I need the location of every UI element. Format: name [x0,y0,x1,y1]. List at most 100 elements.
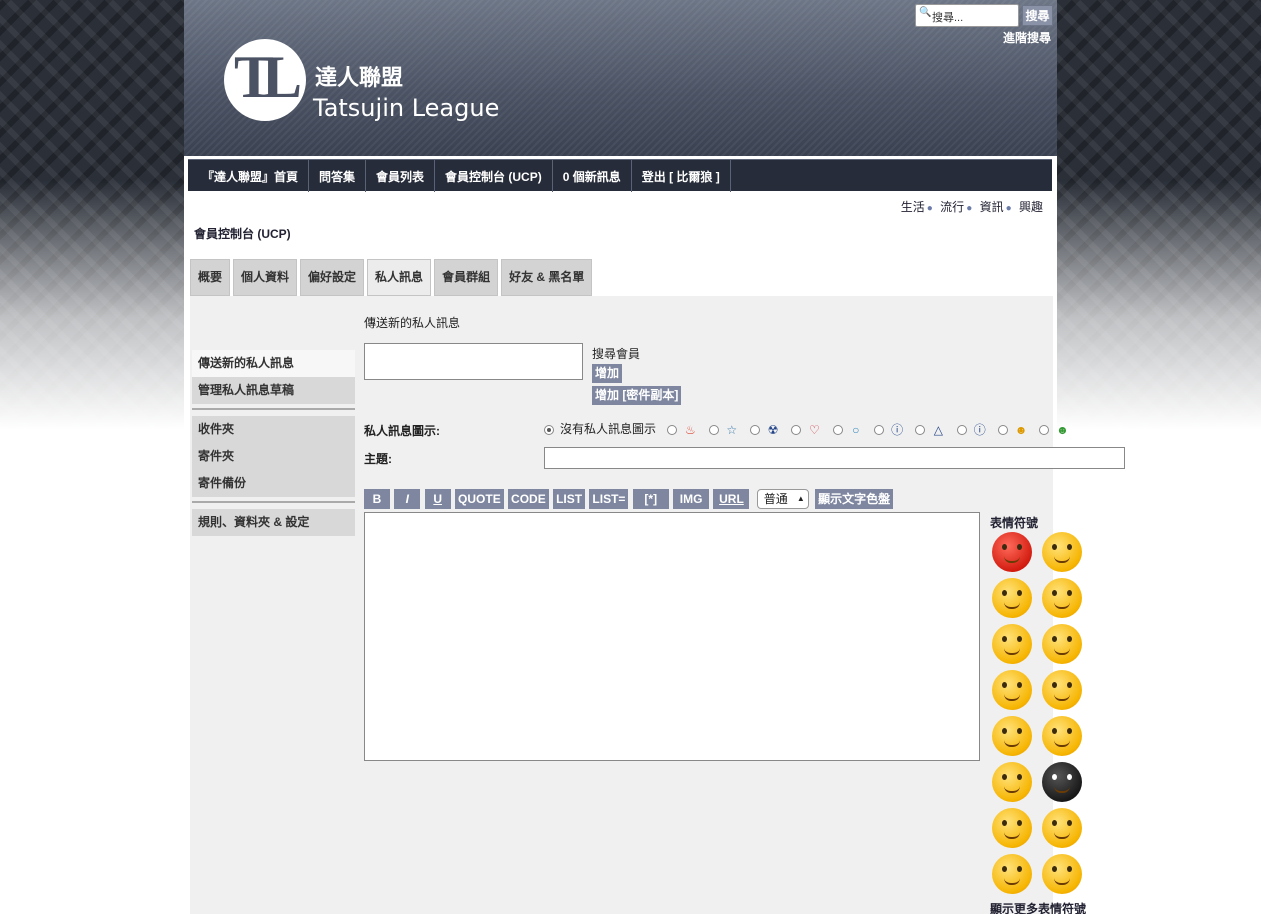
page-title: 會員控制台 (UCP) [194,227,291,241]
tab-friends-foes[interactable]: 好友 & 黑名單 [501,259,593,296]
sidebar-item-outbox[interactable]: 寄件夾 [192,443,355,470]
forum-link-info[interactable]: 資訊 [980,200,1004,214]
subject-label: 主題: [364,452,392,466]
list-item-button[interactable]: [*] [632,489,669,509]
bullet-separator: ● [926,203,933,214]
nav-item-home[interactable]: 『達人聯盟』首頁 [188,160,310,192]
surprised-smiley-icon[interactable] [992,624,1032,664]
tab-private-messages[interactable]: 私人訊息 [367,259,432,296]
nav-item-ucp[interactable]: 會員控制台 (UCP) [435,160,553,192]
warning-icon: △ [933,422,944,437]
sidebar-divider [192,501,355,509]
pm-icon-options: 沒有私人訊息圖示 ♨ ☆ ☢ ♡ ○ ⓘ △ ⓘ ☻ ☻ [544,420,1077,438]
forum-link-fashion[interactable]: 流行 [940,200,964,214]
rolling-eyes-smiley-icon[interactable] [1042,532,1082,572]
advanced-search-link[interactable]: 進階搜尋 [1003,29,1051,46]
nav-item-new-messages[interactable]: 0 個新訊息 [553,160,632,192]
nav-item-faq[interactable]: 問答集 [309,160,367,192]
grin-smiley-icon[interactable] [1042,670,1082,710]
nav-item-logout[interactable]: 登出 [ 比爾狼 ] [632,160,731,192]
more-smilies-link[interactable]: 顯示更多表情符號 [990,900,1086,914]
mad-smiley-icon[interactable] [992,532,1032,572]
add-bcc-button[interactable]: 增加 [密件副本] [592,386,682,405]
underline-button[interactable]: U [424,489,451,509]
site-logo[interactable]: TL [224,39,306,121]
compose-title: 傳送新的私人訊息 [364,316,461,330]
search-placeholder: 搜尋... [932,12,964,24]
find-member-link[interactable]: 搜尋會員 [592,345,640,362]
in-love-smiley-icon[interactable] [992,670,1032,710]
tab-profile[interactable]: 個人資料 [233,259,298,296]
radio-heart[interactable] [791,424,802,435]
sad-smiley-icon[interactable] [992,762,1032,802]
nav-item-memberlist[interactable]: 會員列表 [366,160,436,192]
evil-smiley-icon[interactable] [1042,762,1082,802]
smilies-grid [990,532,1090,900]
radio-star[interactable] [708,424,719,435]
image-button[interactable]: IMG [673,489,710,509]
fire-icon: ♨ [684,422,696,437]
radio-alien[interactable] [1039,424,1050,435]
radio-speech[interactable] [832,424,843,435]
add-recipient-button[interactable]: 增加 [592,364,623,383]
sidebar-item-compose[interactable]: 傳送新的私人訊息 [192,350,355,377]
tab-overview[interactable]: 概要 [190,259,231,296]
question-icon: ⓘ [891,423,904,438]
bold-button[interactable]: B [364,489,390,509]
list-button[interactable]: LIST [553,489,586,509]
italic-button[interactable]: I [394,489,421,509]
sidebar-divider [192,408,355,416]
radio-radioactive[interactable] [750,424,761,435]
radio-question[interactable] [874,424,885,435]
pm-sidebar: 傳送新的私人訊息 管理私人訊息草稿 收件夾 寄件夾 寄件備份 規則、資料夾 & … [192,350,355,536]
code-button[interactable]: CODE [508,489,549,509]
main-nav: 『達人聯盟』首頁 問答集 會員列表 會員控制台 (UCP) 0 個新訊息 登出 … [188,159,1052,192]
radio-info[interactable] [956,424,967,435]
search-icon: 🔍 [919,7,932,18]
tab-usergroups[interactable]: 會員群組 [434,259,499,296]
cool-smiley-icon[interactable] [992,578,1032,618]
logo-title-en: Tatsujin League [313,94,500,122]
font-size-select[interactable]: 普通▲▼ [756,489,809,521]
bullet-separator: ● [966,203,973,214]
search-input[interactable]: 🔍 搜尋... [915,4,1019,27]
heart-icon: ♡ [809,422,820,437]
sleepy-smiley-icon[interactable] [992,808,1032,848]
forum-link-life[interactable]: 生活 [901,200,925,214]
logo-title-zh: 達人聯盟 [315,66,404,91]
sidebar-item-rules-folders[interactable]: 規則、資料夾 & 設定 [192,509,355,536]
radio-warning[interactable] [915,424,926,435]
radio-smiley[interactable] [998,424,1009,435]
radio-no-icon[interactable] [544,424,554,435]
bullet-separator: ● [1005,203,1012,214]
search-button[interactable]: 搜尋 [1022,5,1053,26]
bbcode-toolbar: B I U QUOTE CODE LIST LIST= [*] IMG URL … [364,489,894,521]
page-wrapper: TL 達人聯盟 Tatsujin League 🔍 搜尋... 搜尋 進階搜尋 … [184,0,1125,914]
sidebar-item-drafts[interactable]: 管理私人訊息草稿 [192,377,355,404]
confused-smiley-icon[interactable] [1042,624,1082,664]
crying-smiley-icon[interactable] [1042,578,1082,618]
logo-monogram: TL [234,44,302,110]
forum-link-hobby[interactable]: 興趣 [1019,200,1043,214]
sweat-smiley-icon[interactable] [992,854,1032,894]
radio-fire[interactable] [667,424,678,435]
shocked-smiley-icon[interactable] [992,716,1032,756]
wondering-smiley-icon[interactable] [1042,808,1082,848]
color-palette-button[interactable]: 顯示文字色盤 [815,489,894,509]
smiley-icon: ☻ [1014,422,1028,437]
font-size-value: 普通 [763,492,788,506]
ordered-list-button[interactable]: LIST= [589,489,629,509]
quote-button[interactable]: QUOTE [455,489,504,509]
subject-input[interactable] [544,447,1125,469]
star-icon: ☆ [726,422,738,437]
url-button[interactable]: URL [713,489,750,509]
silent-smiley-icon[interactable] [1042,716,1082,756]
tab-preferences[interactable]: 偏好設定 [300,259,365,296]
pm-icon-label: 私人訊息圖示: [364,424,440,438]
recipients-field[interactable] [364,343,583,380]
message-textarea[interactable] [364,512,980,761]
no-icon-label: 沒有私人訊息圖示 [560,422,657,436]
tongue-smiley-icon[interactable] [1042,854,1082,894]
sidebar-item-sentbox[interactable]: 寄件備份 [192,470,355,497]
sidebar-item-inbox[interactable]: 收件夾 [192,416,355,443]
